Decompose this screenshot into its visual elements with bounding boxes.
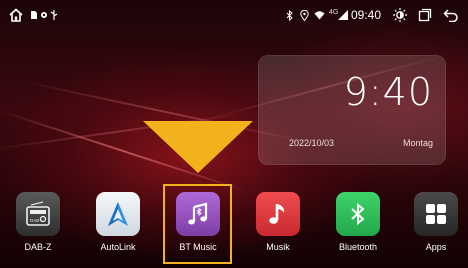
- wifi-icon: [314, 0, 325, 30]
- sim-icon: [30, 0, 38, 30]
- location-icon: [300, 0, 309, 30]
- bluetooth-icon: [336, 192, 380, 236]
- pointer-arrow: [143, 121, 253, 173]
- dock-item-apps[interactable]: Apps: [408, 192, 464, 252]
- dock-item-autolink[interactable]: AutoLink: [90, 192, 146, 252]
- autolink-icon: [96, 192, 140, 236]
- dock-item-musik[interactable]: Musik: [250, 192, 306, 252]
- dock-label: AutoLink: [100, 242, 136, 252]
- clock-date: 2022/10/03: [289, 138, 335, 148]
- home-screen: 4G 09:40 9:40 2022/10/03 Montag DAB+ DAB…: [0, 0, 468, 268]
- svg-text:DAB+: DAB+: [30, 218, 42, 223]
- dock-label: Musik: [266, 242, 290, 252]
- dock-label: DAB-Z: [24, 242, 52, 252]
- dock-label: Apps: [425, 242, 447, 252]
- dock-item-bluetooth[interactable]: Bluetooth: [330, 192, 386, 252]
- radio-icon: DAB+: [16, 192, 60, 236]
- brightness-icon[interactable]: [392, 0, 408, 30]
- window-icon[interactable]: [418, 0, 432, 30]
- dock-item-dab-z[interactable]: DAB+ DAB-Z: [10, 192, 66, 252]
- dock-label: Bluetooth: [338, 242, 378, 252]
- bluetooth-icon: [286, 0, 294, 30]
- dock-item-bt-music[interactable]: BT Music: [170, 192, 226, 252]
- clock-time: 9:40: [343, 70, 433, 114]
- music-note-icon: [256, 192, 300, 236]
- status-time: 09:40: [351, 8, 382, 22]
- usb-icon: [50, 0, 58, 30]
- back-icon[interactable]: [443, 0, 459, 30]
- clock-day: Montag: [402, 138, 433, 148]
- apps-grid-icon: [414, 192, 458, 236]
- signal-icon: [338, 0, 348, 30]
- bt-music-icon: [176, 192, 220, 236]
- status-bar: 4G 09:40: [0, 0, 468, 30]
- clock-widget[interactable]: 9:40 2022/10/03 Montag: [258, 55, 446, 165]
- dock-label: BT Music: [179, 242, 217, 252]
- settings-dot-icon: [40, 0, 48, 30]
- home-icon[interactable]: [8, 0, 24, 30]
- network-label: 4G: [329, 8, 339, 16]
